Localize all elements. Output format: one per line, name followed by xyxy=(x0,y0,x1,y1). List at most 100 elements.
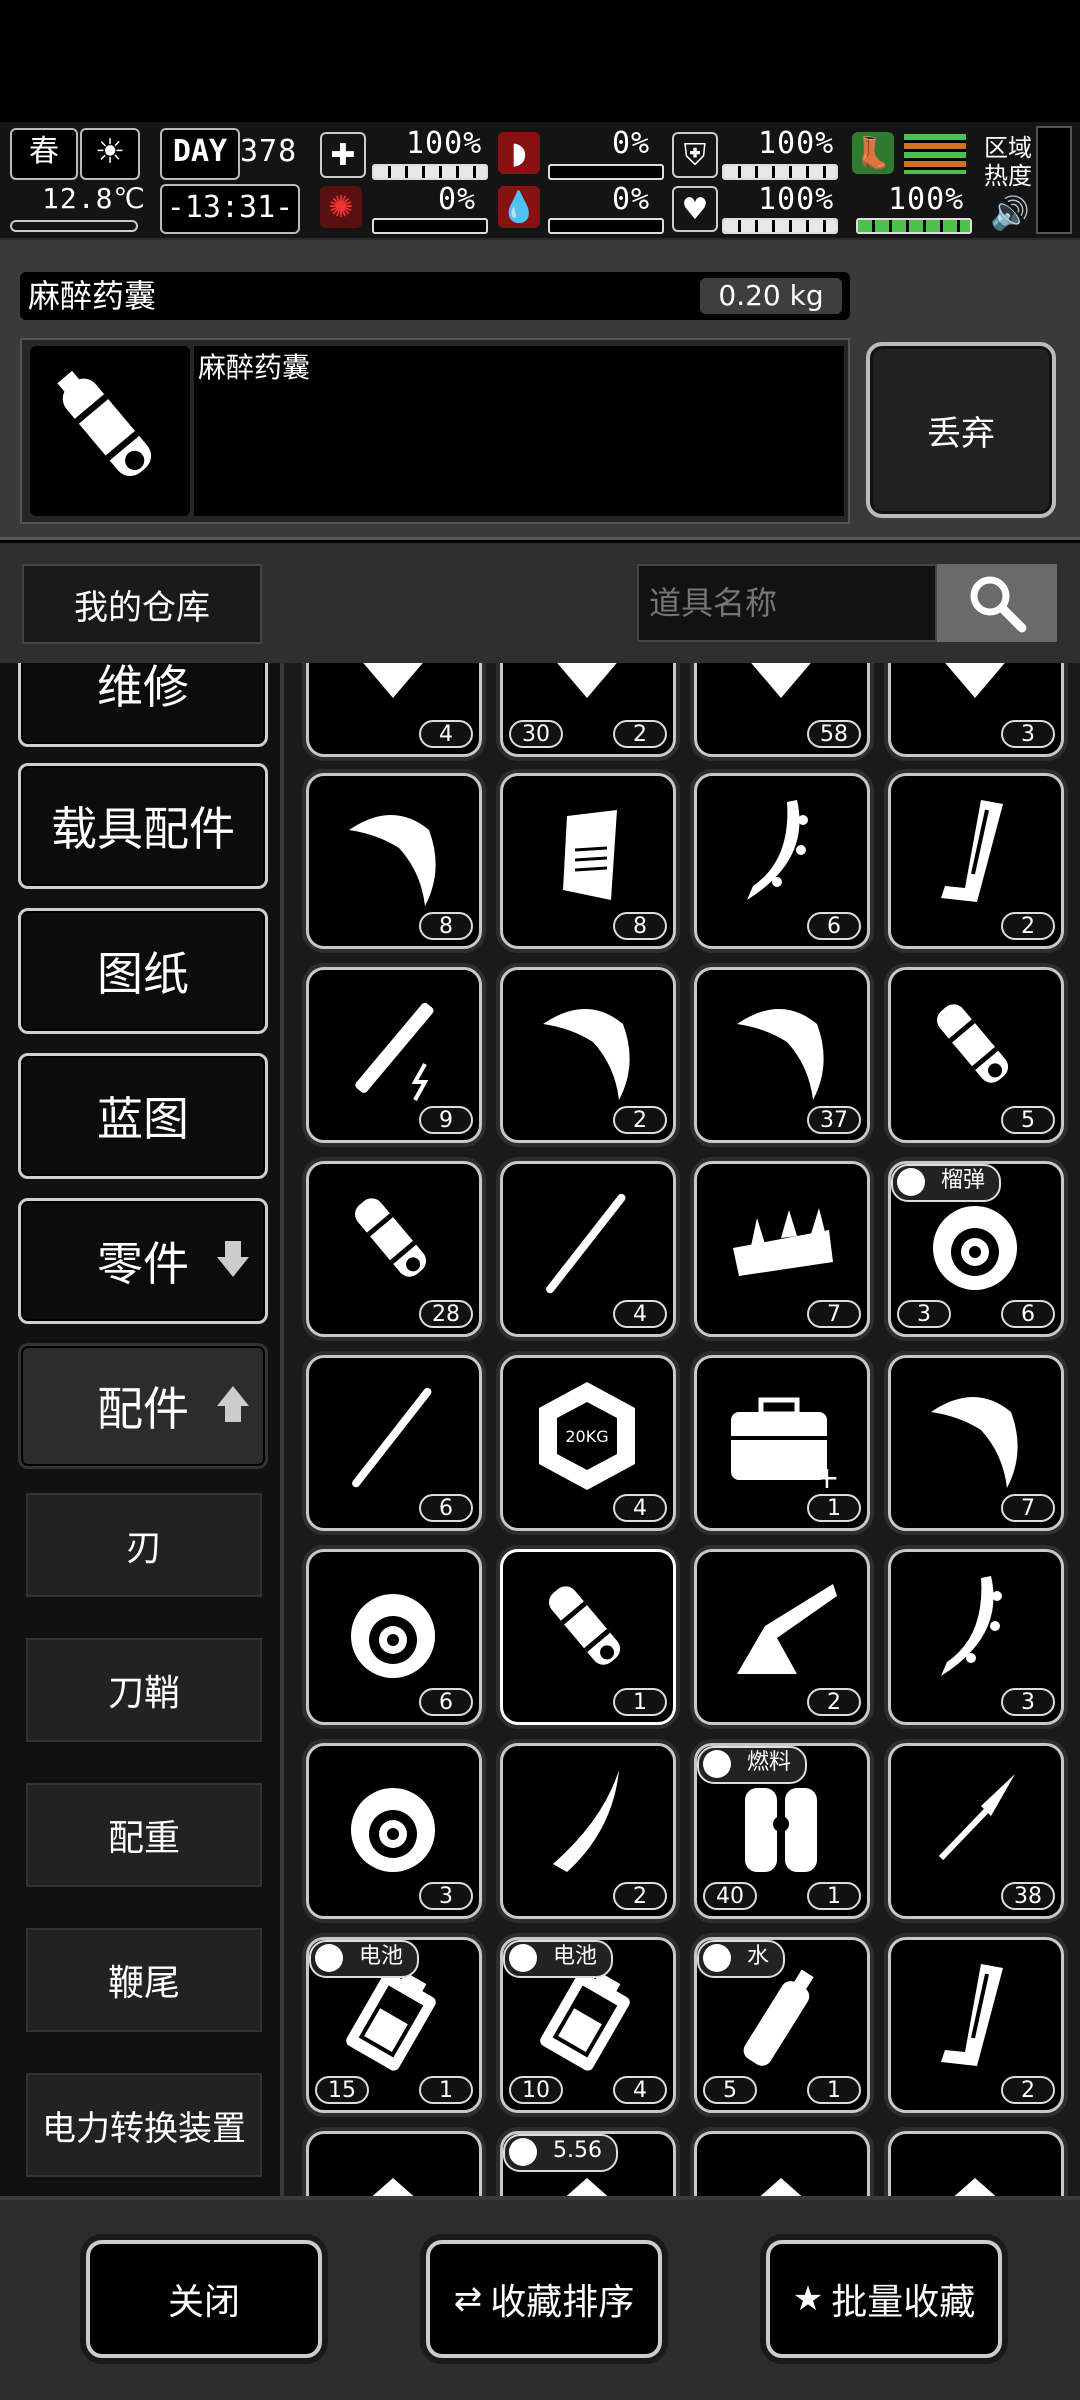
inventory-slot[interactable]: 6 xyxy=(306,1355,482,1531)
search-input[interactable] xyxy=(637,564,937,642)
capsule-icon xyxy=(937,1004,1009,1083)
inventory-slot[interactable]: 8 xyxy=(306,773,482,949)
inventory-slot[interactable]: 4 xyxy=(500,1161,676,1337)
inventory-slot[interactable]: 2 30 xyxy=(500,663,676,757)
subcategory-5[interactable]: 电力转换装置 xyxy=(26,2073,262,2177)
zone-heat-meter xyxy=(1036,126,1072,234)
inventory-slot[interactable]: 7 xyxy=(694,1161,870,1337)
inventory-slot[interactable]: 2 xyxy=(500,1743,676,1919)
inventory-slot[interactable]: 燃料 1 40 xyxy=(694,1743,870,1919)
slot-count: 2 xyxy=(613,1882,667,1910)
slot-secondary-count: 15 xyxy=(315,2076,369,2104)
batch-favorite-button[interactable]: ★ 批量收藏 xyxy=(766,2240,1002,2358)
inventory-slot[interactable]: 4 xyxy=(306,663,482,757)
inventory-slot[interactable]: 2 xyxy=(694,1549,870,1725)
item-weight: 0.20 kg xyxy=(700,278,842,314)
subcategory-1[interactable]: 刃 xyxy=(26,1493,262,1597)
saw-blade-icon xyxy=(941,1576,1002,1676)
slot-tag: 电池 xyxy=(309,1940,420,1978)
inventory-slot[interactable]: 榴弹 6 3 xyxy=(888,1161,1064,1337)
swap-arrows-icon: ⇄ xyxy=(453,2279,483,2319)
toolbox-icon: + xyxy=(731,1397,840,1496)
speaker-icon[interactable]: 🔊 xyxy=(990,194,1030,232)
inventory-slot[interactable]: 5.56 xyxy=(500,2131,676,2196)
slot-count: 1 xyxy=(807,1494,861,1522)
category-3[interactable]: 图纸 xyxy=(18,908,268,1034)
inventory-slot[interactable]: 3 xyxy=(888,663,1064,757)
gear-part-icon xyxy=(363,663,423,698)
inventory-slot[interactable]: 电池 4 10 xyxy=(500,1937,676,2113)
tag-icon xyxy=(509,1944,537,1972)
slot-tag: 电池 xyxy=(503,1940,614,1978)
slot-count: 1 xyxy=(807,1882,861,1910)
inventory-slot[interactable]: 电池 1 15 xyxy=(306,1937,482,2113)
sickle-blade-icon xyxy=(737,1009,824,1100)
inventory-slot[interactable]: 20KG 4 xyxy=(500,1355,676,1531)
inventory-slot[interactable]: 水 1 5 xyxy=(694,1937,870,2113)
inventory-slot[interactable]: 8 xyxy=(500,773,676,949)
zone-heat-line2: 热度 xyxy=(984,162,1032,190)
subcategory-label: 鞭尾 xyxy=(107,1963,180,2004)
tag-label: 榴弹 xyxy=(941,1168,986,1193)
capsule-icon xyxy=(549,1586,621,1665)
category-4[interactable]: 蓝图 xyxy=(18,1053,268,1179)
slot-count: 6 xyxy=(419,1688,473,1716)
slot-count: 5 xyxy=(1001,1106,1055,1134)
slot-count: 4 xyxy=(613,2076,667,2104)
slot-tag: 5.56 xyxy=(503,2134,618,2172)
search-icon xyxy=(970,576,1027,633)
zone-heat-label: 区域 热度 xyxy=(984,134,1032,190)
category-5[interactable]: 零件 xyxy=(18,1198,268,1324)
discard-button[interactable]: 丢弃 xyxy=(866,342,1056,518)
tag-icon xyxy=(509,2138,537,2166)
slot-secondary-count: 30 xyxy=(509,720,563,748)
inventory-slot[interactable]: 28 xyxy=(306,1161,482,1337)
inventory-slot[interactable] xyxy=(306,2131,482,2196)
inventory-slot[interactable]: 3 xyxy=(306,1743,482,1919)
top-blank xyxy=(0,0,1080,122)
slot-count: 6 xyxy=(419,1494,473,1522)
slot-secondary-count: 10 xyxy=(509,2076,563,2104)
inventory-slot[interactable]: 38 xyxy=(888,1743,1064,1919)
slot-count: 38 xyxy=(1001,1882,1055,1910)
category-6[interactable]: 配件 xyxy=(18,1343,268,1469)
hunger-bar xyxy=(548,164,664,180)
inventory-slot[interactable]: 6 xyxy=(694,773,870,949)
inventory-slot[interactable]: 2 xyxy=(500,967,676,1143)
stock-icon xyxy=(737,1584,837,1674)
inventory-slot[interactable]: 7 xyxy=(888,1355,1064,1531)
category-list[interactable]: 维修载具配件图纸蓝图零件配件刃刀鞘配重鞭尾电力转换装置 xyxy=(0,663,280,2196)
curved-blade-icon xyxy=(543,1009,630,1100)
inventory-slot[interactable]: 2 xyxy=(888,1937,1064,2113)
search-button[interactable] xyxy=(937,564,1057,642)
subcategory-2[interactable]: 刀鞘 xyxy=(26,1638,262,1742)
inventory-slot[interactable] xyxy=(888,2131,1064,2196)
tag-label: 5.56 xyxy=(553,2138,602,2163)
inventory-slot[interactable] xyxy=(694,2131,870,2196)
inventory-slot[interactable]: 2 xyxy=(888,773,1064,949)
capsule-icon xyxy=(30,346,190,516)
inventory-slot[interactable]: +1 xyxy=(694,1355,870,1531)
inventory-slot[interactable]: 3 xyxy=(888,1549,1064,1725)
category-2[interactable]: 载具配件 xyxy=(18,763,268,889)
inventory-slot[interactable]: 37 xyxy=(694,967,870,1143)
slot-secondary-count: 40 xyxy=(703,1882,757,1910)
slot-count: 2 xyxy=(1001,912,1055,940)
spiked-weight-icon xyxy=(733,1208,833,1276)
slot-count: 6 xyxy=(807,912,861,940)
slot-count: 6 xyxy=(1001,1300,1055,1328)
inventory-slot[interactable]: 6 xyxy=(306,1549,482,1725)
inventory-slot[interactable]: 58 xyxy=(694,663,870,757)
spear-tip-icon xyxy=(938,1774,1015,1861)
close-button[interactable]: 关闭 xyxy=(86,2240,322,2358)
inventory-slot[interactable]: 9 xyxy=(306,967,482,1143)
warehouse-button[interactable]: 我的仓库 xyxy=(22,564,262,644)
subcategory-3[interactable]: 配重 xyxy=(26,1783,262,1887)
inventory-slot[interactable]: 5 xyxy=(888,967,1064,1143)
item-grid[interactable]: 4 2 30 58 3 8 8 6 2 9 2 37 5 28 4 7 榴弹 6 3 6 20KG 4 +1 7 6 1 2 3 3 2 燃… xyxy=(284,663,1080,2196)
inventory-slot[interactable]: 1 xyxy=(500,1549,676,1725)
tag-label: 水 xyxy=(747,1944,770,1969)
sort-favorites-button[interactable]: ⇄ 收藏排序 xyxy=(426,2240,662,2358)
category-1[interactable]: 维修 xyxy=(18,663,268,747)
subcategory-4[interactable]: 鞭尾 xyxy=(26,1928,262,2032)
